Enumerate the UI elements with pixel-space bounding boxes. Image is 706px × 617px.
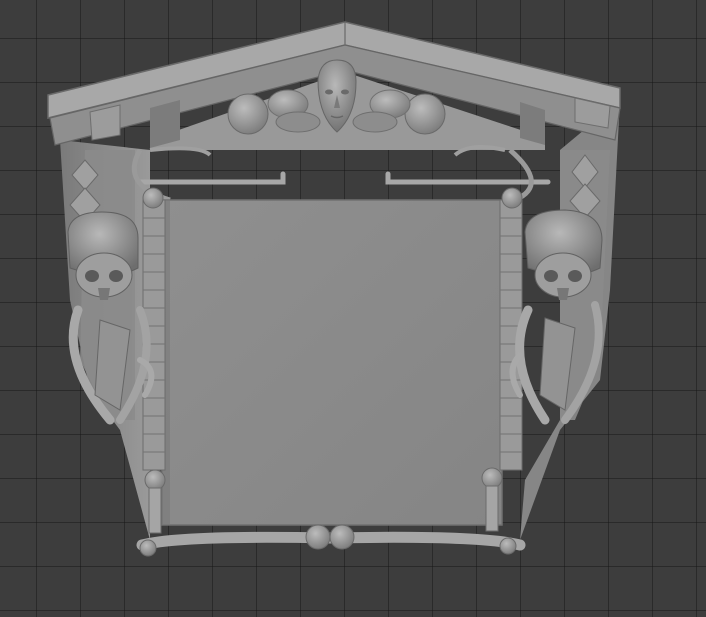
inscription-panel[interactable] (161, 199, 503, 526)
3d-viewport[interactable] (0, 0, 706, 617)
bottom-bone-rail (136, 524, 526, 557)
upper-rails (131, 144, 551, 203)
gravestone-model[interactable] (0, 0, 706, 617)
